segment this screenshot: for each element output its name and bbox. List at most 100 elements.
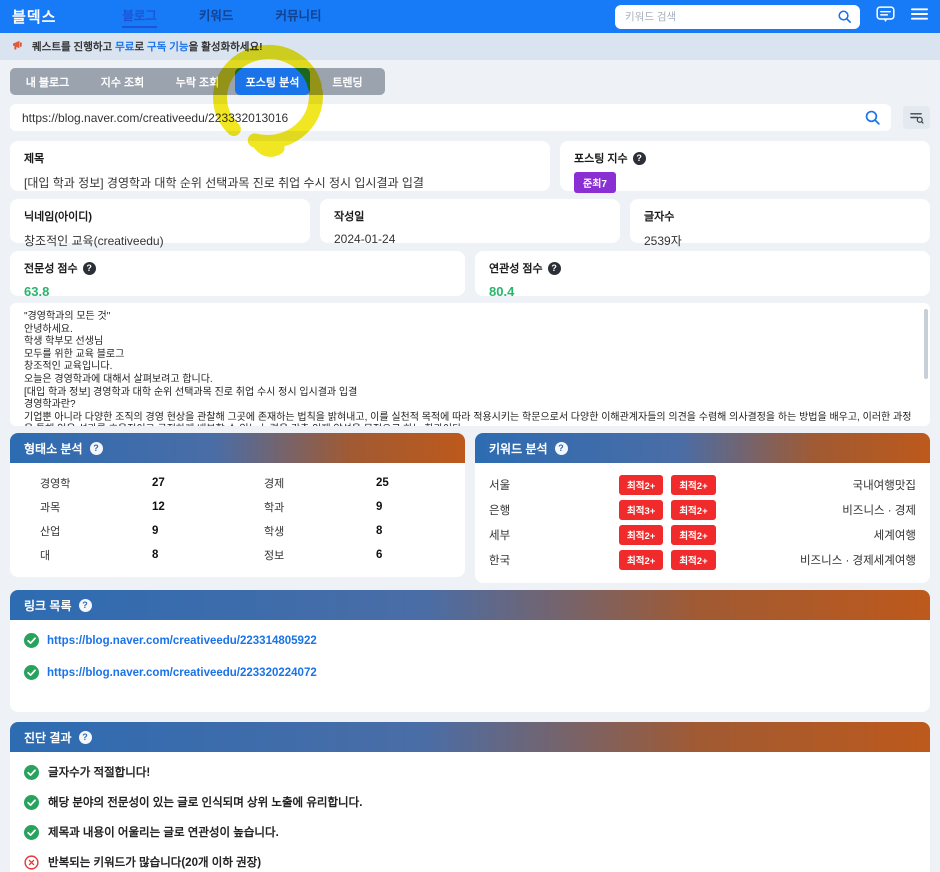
content-line: "경영학과의 모든 것": [24, 311, 111, 322]
expertise-score-card: 전문성 점수 ? 63.8: [10, 251, 465, 299]
morpheme-analysis-section: 형태소 분석 ? 경영학 27 경제 25 과목 12 학과 9 산업 9 학생…: [10, 433, 465, 577]
posting-index-label: 포스팅 지수 ?: [574, 150, 916, 166]
post-content-preview: "경영학과의 모든 것" 안녕하세요. 학생 학부모 선생님 모두를 위한 교육…: [10, 303, 930, 426]
tab-post-analysis[interactable]: 포스팅 분석: [235, 68, 310, 95]
chat-icon[interactable]: [876, 5, 895, 28]
keyword-search-box: [615, 4, 860, 29]
morpheme-row: 산업 9 학생 8: [40, 525, 383, 538]
internal-link[interactable]: https://blog.naver.com/creativeedu/22332…: [47, 667, 317, 679]
link-item: https://blog.naver.com/creativeedu/22331…: [24, 633, 916, 648]
free-link[interactable]: 무료: [115, 41, 134, 53]
keyword-row: 서울 최적2+ 최적2+ 국내여행맛집: [489, 472, 916, 497]
morpheme-section-header: 형태소 분석 ?: [10, 433, 465, 463]
morpheme-row: 대 8 정보 6: [40, 549, 383, 562]
date-value: 2024-01-24: [334, 232, 396, 246]
nav-item-keyword[interactable]: 키워드: [199, 5, 234, 28]
keyword-row: 한국 최적2+ 최적2+ 비즈니스 · 경제세계여행: [489, 547, 916, 572]
diagnosis-item: 반복되는 키워드가 많습니다(20개 이하 권장): [24, 854, 916, 870]
morpheme-row: 과목 12 학과 9: [40, 501, 383, 514]
content-line: 안녕하세요.: [24, 323, 73, 335]
help-icon[interactable]: ?: [82, 261, 96, 275]
content-line: [대입 학과 정보] 경영학과 대학 순위 선택과목 진로 취업 수시 정시 입…: [24, 386, 358, 398]
list-search-button[interactable]: [903, 106, 930, 129]
post-title-label: 제목: [24, 153, 45, 165]
rank-badge: 최적2+: [671, 549, 716, 570]
check-circle-icon: [24, 665, 39, 680]
morpheme-table: 경영학 27 경제 25 과목 12 학과 9 산업 9 학생 8 대 8 정보…: [10, 463, 465, 577]
nickname-card: 닉네임(아이디) 창조적인 교육(creativeedu): [10, 199, 310, 248]
keyword-search-input[interactable]: [615, 4, 860, 29]
tab-my-blog[interactable]: 내 블로그: [10, 68, 85, 95]
check-circle-icon: [24, 794, 39, 810]
content-line: 경영학과란?: [24, 399, 76, 411]
rank-badge: 최적2+: [619, 474, 664, 495]
link-list-section: 링크 목록 ? https://blog.naver.com/creativee…: [10, 590, 930, 712]
tab-omission-lookup[interactable]: 누락 조회: [160, 68, 235, 95]
internal-link[interactable]: https://blog.naver.com/creativeedu/22331…: [47, 635, 317, 647]
diagnosis-list: 글자수가 적절합니다! 해당 분야의 전문성이 있는 글로 인식되며 상위 노출…: [10, 752, 930, 872]
notice-text: 퀘스트를 진행하고 무료로 구독 기능을 활성화하세요!: [32, 41, 263, 53]
expertise-score-value: 63.8: [24, 284, 50, 299]
diagnosis-header: 진단 결과 ?: [10, 722, 930, 752]
subscribe-feature-link[interactable]: 구독 기능: [147, 41, 189, 53]
relevance-score-card: 연관성 점수 ? 80.4: [475, 251, 930, 299]
help-icon[interactable]: ?: [78, 598, 92, 612]
url-row: [10, 104, 930, 131]
warning-circle-icon: [24, 854, 39, 870]
search-icon[interactable]: [837, 9, 852, 29]
expertise-score-label: 전문성 점수 ?: [24, 260, 451, 276]
check-circle-icon: [24, 824, 39, 840]
top-app-bar: 블덱스 블로그 키워드 커뮤니티: [0, 0, 940, 33]
analyze-search-icon[interactable]: [864, 109, 881, 131]
help-icon[interactable]: ?: [547, 261, 561, 275]
check-circle-icon: [24, 764, 39, 780]
help-icon[interactable]: ?: [632, 151, 646, 165]
help-icon[interactable]: ?: [554, 441, 568, 455]
diagnosis-item: 글자수가 적절합니다!: [24, 764, 916, 780]
rank-badge: 최적2+: [619, 524, 664, 545]
tab-index-lookup[interactable]: 지수 조회: [85, 68, 160, 95]
rank-badge: 최적2+: [671, 499, 716, 520]
app-logo[interactable]: 블덱스: [12, 6, 56, 27]
post-url-box: [10, 104, 891, 131]
help-icon[interactable]: ?: [78, 730, 92, 744]
diagnosis-section: 진단 결과 ? 글자수가 적절합니다! 해당 분야의 전문성이 있는 글로 인식…: [10, 722, 930, 872]
check-circle-icon: [24, 633, 39, 648]
main-content: 내 블로그 지수 조회 누락 조회 포스팅 분석 트렌딩 제목 [대입 학과 정…: [0, 44, 940, 872]
posting-index-badge: 준최7: [574, 172, 616, 193]
keyword-analysis-section: 키워드 분석 ? 서울 최적2+ 최적2+ 국내여행맛집 은행 최적3+ 최적2+ …: [475, 433, 930, 583]
content-line: 기업뿐 아니라 다양한 조직의 경영 현상을 관찰해 그곳에 존재하는 법칙을 …: [24, 411, 912, 426]
relevance-score-label: 연관성 점수 ?: [489, 260, 916, 276]
charcount-value: 2539자: [644, 234, 682, 248]
keyword-section-header: 키워드 분석 ?: [475, 433, 930, 463]
link-item: https://blog.naver.com/creativeedu/22332…: [24, 665, 916, 680]
rank-badge: 최적2+: [671, 474, 716, 495]
relevance-score-value: 80.4: [489, 284, 515, 299]
link-list-header: 링크 목록 ?: [10, 590, 930, 620]
megaphone-icon: [12, 38, 25, 56]
link-list: https://blog.naver.com/creativeedu/22331…: [10, 620, 930, 712]
topbar-icons: [876, 5, 928, 28]
post-url-input[interactable]: [10, 104, 891, 131]
quest-notice-bar: 퀘스트를 진행하고 무료로 구독 기능을 활성화하세요!: [0, 33, 940, 60]
date-label: 작성일: [334, 211, 365, 223]
charcount-card: 글자수 2539자: [630, 199, 930, 248]
content-scrollbar[interactable]: [924, 309, 928, 379]
post-title-value: [대입 학과 정보] 경영학과 대학 순위 선택과목 진로 취업 수시 정시 입…: [24, 176, 424, 190]
date-card: 작성일 2024-01-24: [320, 199, 620, 246]
help-icon[interactable]: ?: [89, 441, 103, 455]
nickname-label: 닉네임(아이디): [24, 211, 93, 223]
section-tabbar: 내 블로그 지수 조회 누락 조회 포스팅 분석 트렌딩: [10, 68, 385, 95]
nav-item-blog[interactable]: 블로그: [122, 5, 157, 28]
content-line: 창조적인 교육입니다.: [24, 361, 113, 373]
tab-trending[interactable]: 트렌딩: [310, 68, 385, 95]
nav-item-community[interactable]: 커뮤니티: [275, 5, 321, 28]
post-title-card: 제목 [대입 학과 정보] 경영학과 대학 순위 선택과목 진로 취업 수시 정…: [10, 141, 550, 191]
menu-icon[interactable]: [911, 7, 928, 26]
keyword-row: 은행 최적3+ 최적2+ 비즈니스 · 경제: [489, 497, 916, 522]
main-nav: 블로그 키워드 커뮤니티: [122, 5, 321, 28]
charcount-label: 글자수: [644, 211, 675, 223]
diagnosis-item: 해당 분야의 전문성이 있는 글로 인식되며 상위 노출에 유리합니다.: [24, 794, 916, 810]
nickname-value: 창조적인 교육(creativeedu): [24, 234, 164, 248]
keyword-row: 세부 최적2+ 최적2+ 세계여행: [489, 522, 916, 547]
